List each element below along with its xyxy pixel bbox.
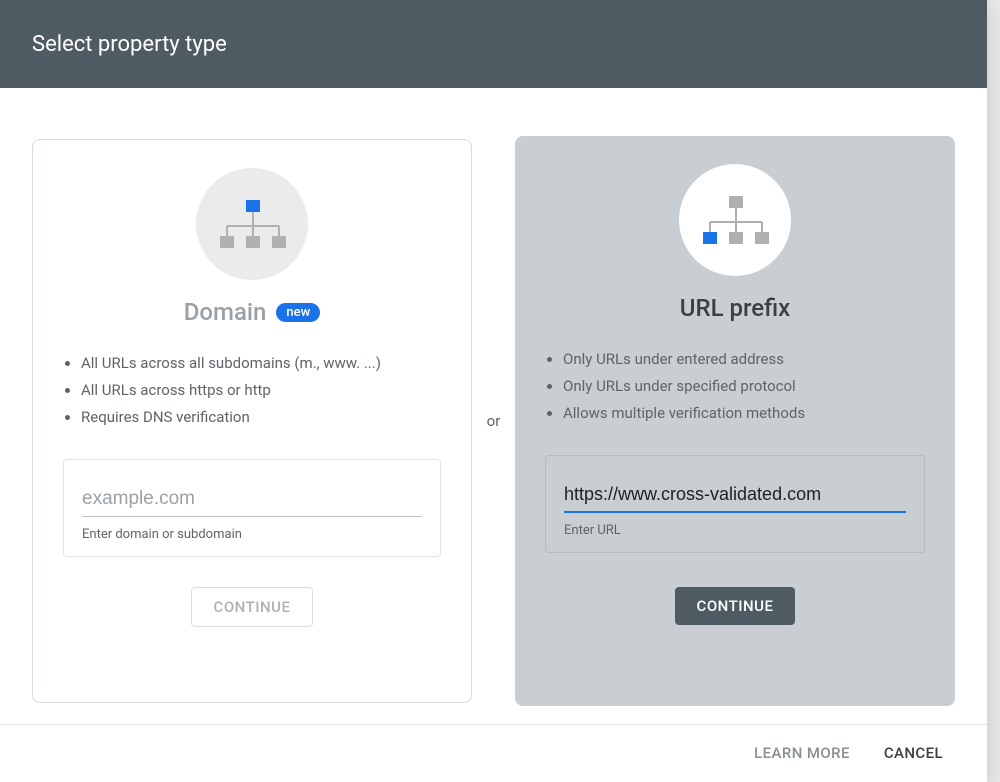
url-input[interactable] (564, 478, 906, 513)
dialog-title: Select property type (32, 32, 227, 57)
domain-title-row: Domain new (184, 298, 320, 326)
url-card-title: URL prefix (680, 294, 790, 322)
list-item: All URLs across all subdomains (m., www.… (81, 350, 441, 377)
cancel-button[interactable]: CANCEL (884, 744, 943, 762)
domain-continue-button[interactable]: CONTINUE (191, 587, 314, 627)
dialog-header: Select property type (0, 0, 987, 88)
learn-more-button[interactable]: LEARN MORE (754, 744, 850, 762)
or-divider: or (472, 412, 515, 430)
dialog-body: Domain new All URLs across all subdomain… (0, 88, 987, 724)
list-item: All URLs across https or http (81, 377, 441, 404)
divider-label: or (487, 412, 501, 430)
url-continue-button[interactable]: CONTINUE (675, 587, 796, 625)
domain-bullet-list: All URLs across all subdomains (m., www.… (63, 350, 441, 431)
domain-card[interactable]: Domain new All URLs across all subdomain… (32, 139, 472, 703)
url-illustration (679, 164, 791, 276)
url-bullet-list: Only URLs under entered address Only URL… (545, 346, 925, 427)
url-input-helper: Enter URL (564, 523, 906, 538)
sitemap-icon (700, 194, 770, 246)
domain-card-title: Domain (184, 298, 267, 326)
sitemap-icon (217, 198, 287, 250)
list-item: Only URLs under specified protocol (563, 373, 925, 400)
url-input-wrap: Enter URL (545, 455, 925, 553)
domain-input-helper: Enter domain or subdomain (82, 527, 422, 542)
domain-input-wrap: Enter domain or subdomain (63, 459, 441, 557)
domain-input[interactable] (82, 482, 422, 517)
new-badge: new (276, 303, 320, 322)
property-type-dialog: Select property type Domain (0, 0, 987, 782)
list-item: Allows multiple verification methods (563, 400, 925, 427)
list-item: Only URLs under entered address (563, 346, 925, 373)
domain-illustration (196, 168, 308, 280)
url-title-row: URL prefix (680, 294, 790, 322)
url-prefix-card[interactable]: URL prefix Only URLs under entered addre… (515, 136, 955, 706)
dialog-footer: LEARN MORE CANCEL (0, 724, 987, 780)
list-item: Requires DNS verification (81, 404, 441, 431)
